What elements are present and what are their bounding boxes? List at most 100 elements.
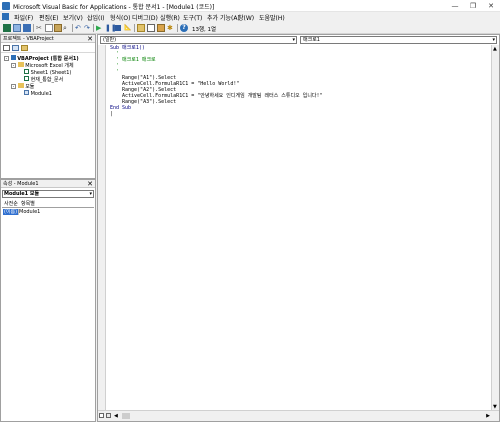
paste-icon[interactable] (54, 24, 62, 32)
object-combo[interactable]: (일반) ▾ (100, 36, 297, 44)
excel-icon[interactable] (2, 13, 9, 20)
tree-item-excel-objects[interactable]: - Microsoft Excel 개체 (4, 62, 79, 69)
object-combo-value: (일반) (103, 37, 117, 43)
close-icon[interactable]: ✕ (87, 180, 93, 188)
menu-addins[interactable]: 추가 기능(A) (207, 13, 240, 22)
margin-indicator-bar[interactable] (98, 45, 106, 411)
menu-bar: 파일(F) 편집(E) 보기(V) 삽입(I) 형식(O) 디버그(D) 실행(… (0, 12, 500, 22)
menu-view[interactable]: 보기(V) (63, 13, 83, 22)
project-explorer-icon[interactable] (137, 24, 145, 32)
menu-debug[interactable]: 디버그(D) (132, 13, 158, 22)
undo-icon[interactable]: ↶ (75, 24, 83, 32)
run-icon[interactable]: ▶ (96, 24, 104, 32)
view-object-icon[interactable] (12, 45, 19, 51)
tab-alphabetic[interactable]: 사전순 (4, 200, 18, 207)
module-icon (24, 90, 29, 95)
design-mode-icon[interactable]: 📐 (124, 24, 132, 32)
sheet-icon (24, 69, 29, 74)
object-browser-icon[interactable] (157, 24, 165, 32)
tree-item-workbook[interactable]: 현재_통합_문서 (4, 76, 79, 83)
procedure-view-icon[interactable] (99, 413, 104, 418)
menu-help[interactable]: 도움말(H) (259, 13, 285, 22)
project-explorer-title: 프로젝트 - VBAProject ✕ (1, 35, 95, 43)
collapse-icon[interactable]: - (4, 56, 9, 61)
folder-icon (17, 62, 24, 67)
restore-button[interactable]: ❐ (464, 0, 482, 12)
toolbar-separator (33, 24, 34, 32)
toolbar-separator (72, 24, 73, 32)
break-icon[interactable]: ❚❚ (105, 24, 117, 32)
code-window: (일반) ▾ 매크로1 ▾ Sub 매크로1() ' ' 매크로1 매크로 ' ' Ran… (97, 34, 500, 422)
menu-tools[interactable]: 도구(T) (183, 13, 202, 22)
chevron-down-icon[interactable]: ▾ (292, 37, 295, 43)
collapse-icon[interactable]: - (11, 84, 16, 89)
toolbar-separator (93, 24, 94, 32)
tree-item-module1[interactable]: Module1 (4, 90, 79, 97)
toolbox-icon[interactable]: ✱ (167, 24, 175, 32)
menu-edit[interactable]: 편집(E) (39, 13, 59, 22)
excel-icon[interactable] (3, 24, 11, 32)
workbook-icon (24, 76, 29, 81)
menu-file[interactable]: 파일(F) (14, 13, 33, 22)
properties-panel: 속성 - Module1 ✕ Module1 모듈 ▾ 사전순 항목별 (이름)… (0, 179, 96, 422)
help-icon[interactable]: ? (180, 24, 188, 32)
horizontal-scrollbar[interactable]: ◀ ▶ (98, 410, 499, 421)
menu-format[interactable]: 형식(O) (110, 13, 130, 22)
collapse-icon[interactable]: - (11, 63, 16, 68)
copy-icon[interactable] (45, 24, 53, 32)
object-selector[interactable]: Module1 모듈 ▾ (2, 190, 94, 198)
chevron-down-icon[interactable]: ▾ (492, 37, 495, 43)
tree-item-modules[interactable]: - 모듈 (4, 83, 79, 90)
full-module-view-icon[interactable] (106, 413, 111, 418)
tab-divider (2, 207, 94, 208)
property-value[interactable]: Module1 (19, 209, 40, 215)
tree-item-label: Module1 (30, 91, 52, 97)
redo-icon[interactable]: ↷ (84, 24, 92, 32)
vbaproject-icon (10, 55, 16, 60)
menu-window[interactable]: 창(W) (238, 13, 254, 22)
menu-run[interactable]: 실행(R) (160, 13, 180, 22)
object-selector-value: Module1 모듈 (4, 191, 40, 197)
vba-app-icon (2, 2, 10, 10)
reset-icon[interactable] (115, 25, 121, 31)
cursor-position: 13행, 1열 (192, 27, 217, 33)
project-explorer-toolbar (1, 44, 95, 53)
property-name[interactable]: (이름) (3, 209, 18, 215)
procedure-combo[interactable]: 매크로1 ▾ (300, 36, 497, 44)
close-icon[interactable]: ✕ (87, 35, 93, 43)
toggle-folders-icon[interactable] (21, 45, 28, 51)
tree-item-root[interactable]: - VBAProject (통합 문서1) (4, 55, 79, 62)
property-grid-line (18, 209, 19, 215)
standard-toolbar: ✂ ⌕ ↶ ↷ ▶ ❚❚ 📐 ✱ ? 13행, 1열 (0, 22, 500, 34)
menu-insert[interactable]: 삽입(I) (87, 13, 105, 22)
procedure-combo-value: 매크로1 (303, 37, 320, 43)
code-editor[interactable]: Sub 매크로1() ' ' 매크로1 매크로 ' ' Range("A1").Selec… (107, 45, 492, 411)
tree-item-label: 현재_통합_문서 (30, 77, 64, 83)
toolbar-separator (134, 24, 135, 32)
insert-module-icon[interactable] (13, 24, 21, 32)
tab-categorized[interactable]: 항목별 (21, 200, 35, 207)
title-bar: Microsoft Visual Basic for Applications … (0, 0, 500, 12)
window-title: Microsoft Visual Basic for Applications … (13, 4, 215, 11)
chevron-down-icon[interactable]: ▾ (89, 191, 92, 197)
project-explorer-panel: 프로젝트 - VBAProject ✕ - VBAProject (통합 문서1… (0, 34, 96, 179)
properties-icon[interactable] (147, 24, 155, 32)
vertical-scrollbar[interactable]: ▲ ▼ (491, 45, 499, 411)
tree-item-sheet1[interactable]: Sheet1 (Sheet1) (4, 69, 79, 76)
view-code-icon[interactable] (3, 45, 10, 51)
find-icon[interactable]: ⌕ (63, 24, 71, 32)
folder-icon (17, 83, 24, 88)
scroll-right-icon[interactable]: ▶ (486, 413, 490, 419)
toolbar-separator (177, 24, 178, 32)
properties-title: 속성 - Module1 ✕ (1, 180, 95, 188)
project-explorer-title-text: 프로젝트 - VBAProject (3, 36, 54, 42)
scroll-up-icon[interactable]: ▲ (493, 46, 497, 52)
scroll-left-icon[interactable]: ◀ (114, 413, 118, 419)
cut-icon[interactable]: ✂ (36, 24, 44, 32)
properties-title-text: 속성 - Module1 (3, 181, 39, 187)
code-line[interactable]: | (107, 111, 492, 117)
save-icon[interactable] (23, 24, 31, 32)
scroll-thumb[interactable] (122, 413, 130, 419)
minimize-button[interactable]: — (446, 0, 464, 12)
close-button[interactable]: ✕ (482, 0, 500, 12)
